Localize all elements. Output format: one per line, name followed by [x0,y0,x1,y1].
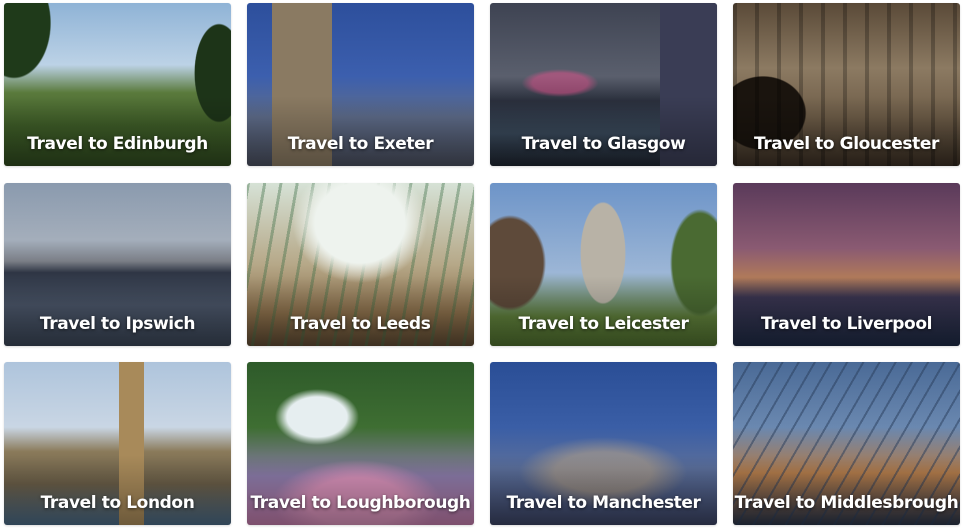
card-loughborough[interactable]: Travel to Loughborough [247,362,474,525]
card-edinburgh-label: Travel to Edinburgh [27,134,208,154]
card-london[interactable]: Travel to London [4,362,231,525]
card-liverpool-label: Travel to Liverpool [760,314,933,334]
card-gloucester[interactable]: Travel to Gloucester [733,3,960,166]
card-glasgow[interactable]: Travel to Glasgow [490,3,717,166]
card-leeds[interactable]: Travel to Leeds [247,183,474,346]
card-leeds-label: Travel to Leeds [290,314,431,334]
card-exeter-label: Travel to Exeter [287,134,434,154]
card-manchester-label: Travel to Manchester [506,493,701,513]
card-middlesbrough-label: Travel to Middlesbrough [734,493,959,513]
card-loughborough-label: Travel to Loughborough [250,493,471,513]
card-ipswich-label: Travel to Ipswich [39,314,196,334]
destination-grid: Travel to Edinburgh Travel to Exeter Tra… [0,0,966,532]
card-ipswich[interactable]: Travel to Ipswich [4,183,231,346]
card-leicester[interactable]: Travel to Leicester [490,183,717,346]
card-glasgow-label: Travel to Glasgow [521,134,686,154]
card-leicester-label: Travel to Leicester [518,314,689,334]
card-exeter[interactable]: Travel to Exeter [247,3,474,166]
card-middlesbrough[interactable]: Travel to Middlesbrough [733,362,960,525]
card-manchester[interactable]: Travel to Manchester [490,362,717,525]
card-london-label: Travel to London [40,493,195,513]
card-gloucester-label: Travel to Gloucester [754,134,939,154]
card-edinburgh[interactable]: Travel to Edinburgh [4,3,231,166]
card-liverpool[interactable]: Travel to Liverpool [733,183,960,346]
